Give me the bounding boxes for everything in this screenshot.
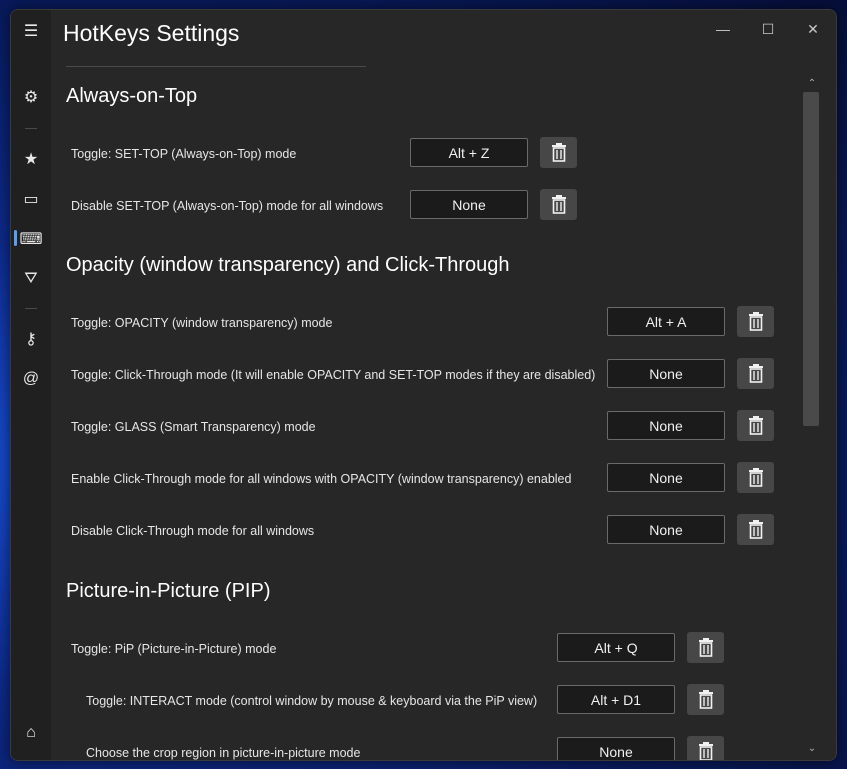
- section-title-pip: Picture-in-Picture (PIP): [66, 580, 271, 602]
- row-label: Toggle: SET-TOP (Always-on-Top) mode: [71, 147, 297, 161]
- trash-icon: [748, 468, 763, 487]
- trash-icon: [748, 520, 763, 539]
- hotkey-field[interactable]: None: [410, 190, 528, 219]
- close-button[interactable]: ✕: [793, 16, 833, 42]
- hotkey-field[interactable]: None: [607, 515, 725, 544]
- minimize-button[interactable]: —: [703, 16, 743, 42]
- sidebar-separator: [25, 308, 37, 309]
- scroll-up-button[interactable]: ⌃: [805, 78, 819, 90]
- home-icon[interactable]: ⌂: [11, 718, 51, 748]
- row-label: Toggle: INTERACT mode (control window by…: [86, 694, 538, 708]
- delete-button[interactable]: [737, 306, 774, 337]
- trash-icon: [698, 742, 713, 760]
- keyboard-icon[interactable]: ⌨: [11, 224, 51, 254]
- row-label: Toggle: PiP (Picture-in-Picture) mode: [71, 642, 277, 656]
- at-icon[interactable]: @: [11, 364, 51, 394]
- page-title: HotKeys Settings: [63, 20, 240, 46]
- trash-icon: [551, 195, 566, 214]
- delete-button[interactable]: [540, 189, 577, 220]
- sidebar-separator: [25, 128, 37, 129]
- delete-button[interactable]: [687, 684, 724, 715]
- app-window: ☰ ⚙ ★ ▭ ⌨ ⛛ ⚷ @ ⌂ HotKeys Settings — ☐ ✕…: [10, 9, 837, 761]
- row-label: Disable Click-Through mode for all windo…: [71, 524, 315, 538]
- star-icon[interactable]: ★: [11, 144, 51, 174]
- maximize-button[interactable]: ☐: [748, 16, 788, 42]
- delete-button[interactable]: [737, 358, 774, 389]
- delete-button[interactable]: [540, 137, 577, 168]
- trash-icon: [748, 416, 763, 435]
- section-title-opacity: Opacity (window transparency) and Click-…: [66, 254, 510, 276]
- sidebar: ☰ ⚙ ★ ▭ ⌨ ⛛ ⚷ @ ⌂: [11, 10, 51, 760]
- hotkey-field[interactable]: Alt + D1: [557, 685, 675, 714]
- delete-button[interactable]: [737, 462, 774, 493]
- gear-icon[interactable]: ⚙: [11, 82, 51, 112]
- scrollbar-thumb[interactable]: [803, 92, 819, 426]
- row-label: Toggle: OPACITY (window transparency) mo…: [71, 316, 333, 330]
- key-icon[interactable]: ⚷: [11, 324, 51, 354]
- hotkey-field[interactable]: None: [607, 463, 725, 492]
- hotkey-field[interactable]: None: [607, 359, 725, 388]
- filter-icon[interactable]: ⛛: [11, 264, 51, 294]
- toolbar-icon[interactable]: ▭: [11, 184, 51, 214]
- delete-button[interactable]: [737, 410, 774, 441]
- trash-icon: [748, 312, 763, 331]
- delete-button[interactable]: [737, 514, 774, 545]
- row-label: Toggle: Click-Through mode (It will enab…: [71, 368, 596, 382]
- trash-icon: [698, 690, 713, 709]
- delete-button[interactable]: [687, 736, 724, 760]
- hotkey-field[interactable]: None: [607, 411, 725, 440]
- hotkey-field[interactable]: None: [557, 737, 675, 760]
- trash-icon: [551, 143, 566, 162]
- hotkey-field[interactable]: Alt + Z: [410, 138, 528, 167]
- row-label: Toggle: GLASS (Smart Transparency) mode: [71, 420, 316, 434]
- delete-button[interactable]: [687, 632, 724, 663]
- row-label: Enable Click-Through mode for all window…: [71, 472, 572, 486]
- trash-icon: [748, 364, 763, 383]
- row-label: Choose the crop region in picture-in-pic…: [86, 746, 361, 760]
- section-title-always-on-top: Always-on-Top: [66, 85, 198, 107]
- hotkey-field[interactable]: Alt + A: [607, 307, 725, 336]
- title-divider: [66, 66, 366, 67]
- trash-icon: [698, 638, 713, 657]
- hotkey-field[interactable]: Alt + Q: [557, 633, 675, 662]
- menu-icon[interactable]: ☰: [11, 16, 51, 46]
- row-label: Disable SET-TOP (Always-on-Top) mode for…: [71, 199, 384, 213]
- scroll-down-button[interactable]: ⌄: [805, 743, 819, 755]
